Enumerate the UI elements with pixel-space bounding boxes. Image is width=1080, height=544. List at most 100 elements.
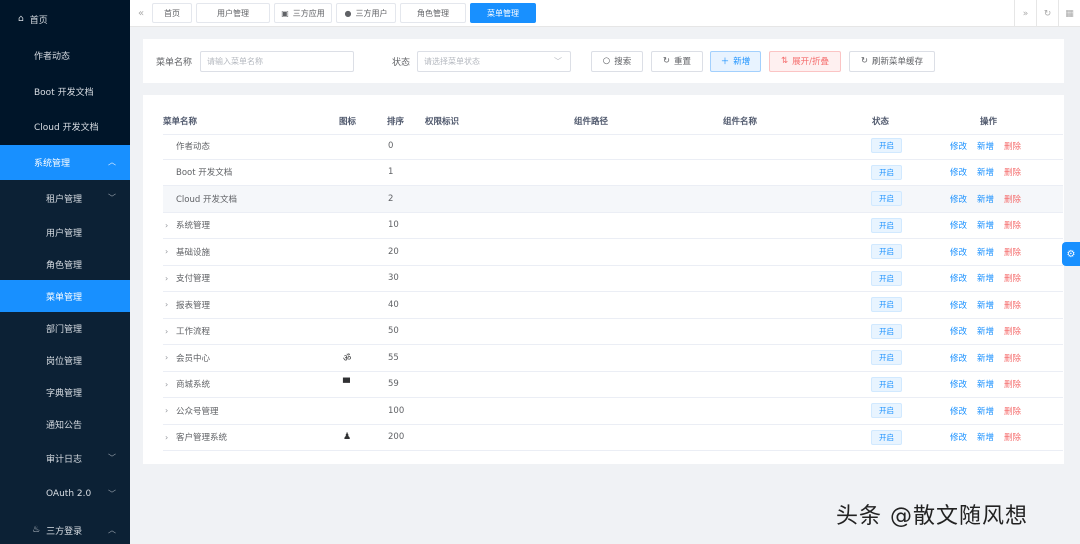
sidebar-item-notice[interactable]: 通知公告 [0, 408, 130, 440]
grid-icon[interactable]: ▦ [1058, 0, 1080, 27]
status-select[interactable]: 请选择菜单状态 ﹀ [417, 50, 571, 72]
table-row[interactable]: › 系统管理 10 开启 修改 新增 删除 [163, 213, 1063, 239]
delete-link[interactable]: 删除 [1004, 325, 1021, 337]
sidebar-item-users[interactable]: 用户管理 [0, 216, 130, 248]
sidebar-item-audit[interactable]: 审计日志 ﹀ [0, 440, 130, 476]
table-row[interactable]: › 工作流程 50 开启 修改 新增 删除 [163, 319, 1063, 345]
table-row[interactable]: › 报表管理 40 开启 修改 新增 删除 [163, 292, 1063, 319]
expand-icon[interactable]: › [165, 213, 168, 239]
sidebar-item-roles[interactable]: 角色管理 [0, 248, 130, 280]
add-link[interactable]: 新增 [977, 431, 994, 443]
settings-gear-icon[interactable]: ⚙ [1062, 242, 1080, 266]
table-row[interactable]: › 公众号管理 100 开启 修改 新增 删除 [163, 398, 1063, 425]
add-link[interactable]: 新增 [977, 246, 994, 258]
expand-icon[interactable]: › [165, 372, 168, 398]
delete-link[interactable]: 删除 [1004, 299, 1021, 311]
delete-link[interactable]: 删除 [1004, 193, 1021, 205]
expand-icon[interactable]: › [165, 239, 168, 265]
expand-icon[interactable]: › [165, 319, 168, 345]
add-button[interactable]: ＋新增 [710, 50, 761, 72]
tabs-scroll-left-icon[interactable]: « [130, 8, 152, 19]
edit-link[interactable]: 修改 [950, 378, 967, 390]
edit-link[interactable]: 修改 [950, 140, 967, 152]
tabs-scroll-right-icon[interactable]: » [1014, 0, 1036, 27]
add-link[interactable]: 新增 [977, 352, 994, 364]
sidebar-item-menus[interactable]: 菜单管理 [0, 280, 130, 312]
reset-button[interactable]: ↻ 重置 [651, 50, 703, 72]
add-link[interactable]: 新增 [977, 272, 994, 284]
table-row[interactable]: Boot 开发文档 1 开启 修改 新增 删除 [163, 160, 1063, 186]
expand-collapse-button[interactable]: ⇅ 展开/折叠 [769, 50, 841, 72]
status-cell: 开启 [871, 425, 902, 451]
tab-third-users[interactable]: ● 三方用户 [336, 3, 396, 23]
expand-icon[interactable]: › [165, 425, 168, 451]
table-row[interactable]: › 基础设施 20 开启 修改 新增 删除 [163, 239, 1063, 266]
status-badge: 开启 [871, 191, 902, 207]
status-cell: 开启 [871, 239, 902, 265]
delete-link[interactable]: 删除 [1004, 140, 1021, 152]
tab-home[interactable]: 首页 [152, 3, 192, 23]
refresh-icon[interactable]: ↻ [1036, 0, 1058, 27]
status-badge: 开启 [871, 323, 902, 339]
table-row[interactable]: 作者动态 0 开启 修改 新增 删除 [163, 133, 1063, 160]
tab-label: 三方用户 [355, 8, 388, 18]
add-link[interactable]: 新增 [977, 219, 994, 231]
add-link[interactable]: 新增 [977, 378, 994, 390]
sidebar-item-system[interactable]: 系统管理 ︿ [0, 144, 130, 180]
sort-value: 50 [388, 326, 399, 337]
edit-link[interactable]: 修改 [950, 405, 967, 417]
edit-link[interactable]: 修改 [950, 193, 967, 205]
sidebar-item-posts[interactable]: 岗位管理 [0, 344, 130, 376]
delete-link[interactable]: 删除 [1004, 166, 1021, 178]
sidebar-item-home[interactable]: ⌂ 首页 [0, 0, 130, 38]
sidebar-item-depts[interactable]: 部门管理 [0, 312, 130, 344]
add-link[interactable]: 新增 [977, 405, 994, 417]
add-link[interactable]: 新增 [977, 140, 994, 152]
delete-link[interactable]: 删除 [1004, 219, 1021, 231]
sidebar-item-tenant[interactable]: 租户管理 ﹀ [0, 180, 130, 216]
expand-icon[interactable]: › [165, 398, 168, 424]
refresh-cache-button[interactable]: ↻ 刷新菜单缓存 [849, 50, 935, 72]
sidebar-item-author-news[interactable]: 作者动态 [0, 38, 130, 74]
tab-menus[interactable]: 菜单管理 [470, 3, 536, 23]
sort-icon: ⇅ [781, 56, 789, 66]
sidebar-item-oauth[interactable]: OAuth 2.0 ﹀ [0, 476, 130, 512]
add-link[interactable]: 新增 [977, 166, 994, 178]
delete-link[interactable]: 删除 [1004, 352, 1021, 364]
edit-link[interactable]: 修改 [950, 246, 967, 258]
tab-roles[interactable]: 角色管理 [400, 3, 466, 23]
tab-third-apps[interactable]: ▣ 三方应用 [274, 3, 332, 23]
status-cell: 开启 [871, 186, 902, 212]
sidebar-item-boot-docs[interactable]: Boot 开发文档 [0, 74, 130, 110]
sidebar-item-cloud-docs[interactable]: Cloud 开发文档 [0, 109, 130, 145]
delete-link[interactable]: 删除 [1004, 405, 1021, 417]
sidebar-item-dict[interactable]: 字典管理 [0, 376, 130, 408]
delete-link[interactable]: 删除 [1004, 378, 1021, 390]
table-row[interactable]: › 客户管理系统 ♟ 200 开启 修改 新增 删除 [163, 425, 1063, 451]
menu-name-label: 菜单名称 [156, 57, 193, 68]
add-link[interactable]: 新增 [977, 193, 994, 205]
add-link[interactable]: 新增 [977, 325, 994, 337]
delete-link[interactable]: 删除 [1004, 431, 1021, 443]
edit-link[interactable]: 修改 [950, 272, 967, 284]
sidebar-item-social-login[interactable]: ♨ 三方登录 ︿ [0, 512, 130, 544]
expand-icon[interactable]: › [165, 292, 168, 318]
tab-users[interactable]: 用户管理 [196, 3, 270, 23]
search-button[interactable]: ○ 搜索 [591, 50, 643, 72]
table-row[interactable]: › 支付管理 30 开启 修改 新增 删除 [163, 266, 1063, 292]
edit-link[interactable]: 修改 [950, 219, 967, 231]
edit-link[interactable]: 修改 [950, 352, 967, 364]
expand-icon[interactable]: › [165, 266, 168, 292]
table-row[interactable]: › 会员中心 ॐ 55 开启 修改 新增 删除 [163, 345, 1063, 372]
table-row[interactable]: Cloud 开发文档 2 开启 修改 新增 删除 [163, 186, 1063, 213]
edit-link[interactable]: 修改 [950, 325, 967, 337]
table-row[interactable]: › 商城系统 ▀ 59 开启 修改 新增 删除 [163, 372, 1063, 398]
menu-name-input[interactable]: 请输入菜单名称 [200, 50, 354, 72]
edit-link[interactable]: 修改 [950, 166, 967, 178]
edit-link[interactable]: 修改 [950, 299, 967, 311]
add-link[interactable]: 新增 [977, 299, 994, 311]
edit-link[interactable]: 修改 [950, 431, 967, 443]
delete-link[interactable]: 删除 [1004, 272, 1021, 284]
expand-icon[interactable]: › [165, 345, 168, 371]
delete-link[interactable]: 删除 [1004, 246, 1021, 258]
